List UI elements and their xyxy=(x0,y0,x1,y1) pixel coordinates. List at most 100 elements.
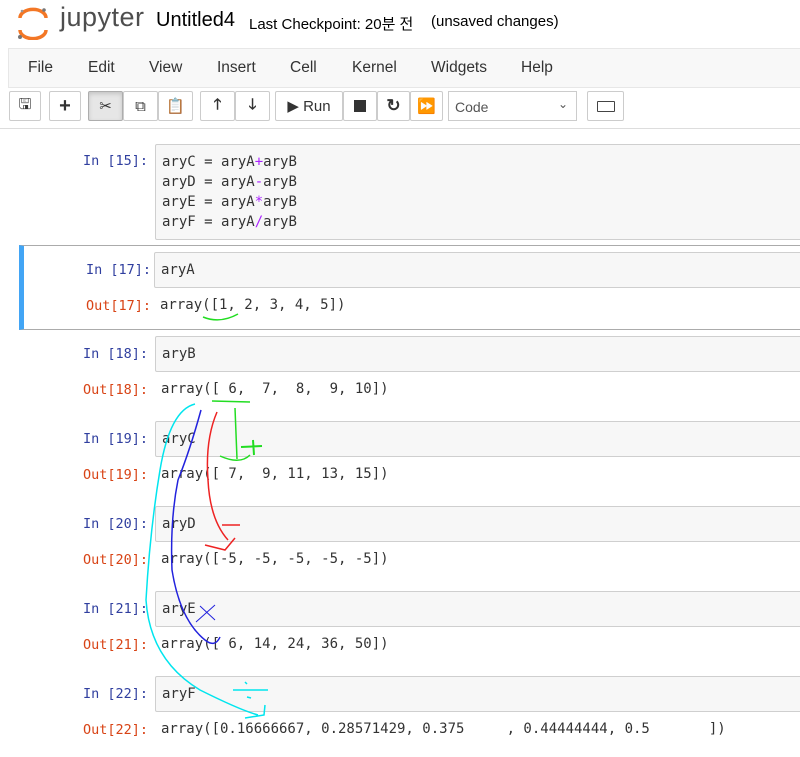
code-line: aryF = aryA/aryB xyxy=(162,212,800,232)
menu-view[interactable]: View xyxy=(149,59,182,77)
checkpoint-status: Last Checkpoint: 20분 전 xyxy=(249,16,414,33)
logo-text: jupyter xyxy=(60,2,145,32)
restart-icon: ↻ xyxy=(386,96,401,115)
interrupt-button[interactable] xyxy=(343,91,377,121)
fast-forward-icon: ⏩ xyxy=(417,98,436,115)
copy-button[interactable]: ⧉ xyxy=(123,91,158,121)
menu-insert[interactable]: Insert xyxy=(217,59,256,77)
input-prompt: In [22]: xyxy=(82,686,148,702)
code-line: aryF xyxy=(162,684,800,704)
code-cell[interactable]: In [15]: aryC = aryA+aryB aryD = aryA-aryB… xyxy=(20,138,800,243)
code-text: aryB xyxy=(263,194,297,210)
output-prompt: Out[18]: xyxy=(82,382,148,398)
play-icon: ▶ xyxy=(287,98,304,115)
code-input[interactable]: aryF xyxy=(155,676,800,712)
copy-icon: ⧉ xyxy=(135,97,146,115)
operator: / xyxy=(254,214,264,230)
output-text: array([ 6, 14, 24, 36, 50]) xyxy=(161,636,389,652)
code-line: aryA xyxy=(161,260,800,280)
output-prompt: Out[21]: xyxy=(82,637,148,653)
code-text: aryD xyxy=(162,516,196,532)
unsaved-status: (unsaved changes) xyxy=(431,13,559,30)
paste-button[interactable]: 📋 xyxy=(158,91,193,121)
output-text: array([-5, -5, -5, -5, -5]) xyxy=(161,551,389,567)
menubar: File Edit View Insert Cell Kernel Widget… xyxy=(8,48,800,88)
code-text: aryC = aryA xyxy=(162,154,255,170)
code-input[interactable]: aryD xyxy=(155,506,800,542)
code-text: aryB xyxy=(263,174,297,190)
output-prompt: Out[20]: xyxy=(82,552,148,568)
input-prompt: In [21]: xyxy=(82,601,148,617)
restart-run-all-button[interactable]: ⏩ xyxy=(410,91,443,121)
cell-type-select[interactable]: Code ⌄ xyxy=(448,91,577,121)
move-down-button[interactable]: 🡓 xyxy=(235,91,270,121)
code-text: aryA xyxy=(161,262,195,278)
code-cell[interactable]: In [18]: aryB Out[18]: array([ 6, 7, 8, 9, … xyxy=(20,330,800,413)
menu-file[interactable]: File xyxy=(28,59,53,77)
operator: - xyxy=(254,174,264,190)
arrow-up-icon: 🡑 xyxy=(213,95,222,113)
scissors-icon: ✂ xyxy=(99,98,112,115)
code-line: aryD xyxy=(162,514,800,534)
output-text: array([0.16666667, 0.28571429, 0.375 , 0… xyxy=(161,721,726,737)
code-line: aryB xyxy=(162,344,800,364)
code-cell[interactable]: In [22]: aryF Out[22]: array([0.16666667, 0… xyxy=(20,670,800,753)
command-palette-button[interactable] xyxy=(587,91,624,121)
code-line: aryE = aryA*aryB xyxy=(162,192,800,212)
restart-button[interactable]: ↻ xyxy=(377,91,410,121)
code-text: aryF xyxy=(162,686,196,702)
code-text: aryF = aryA xyxy=(162,214,255,230)
move-up-button[interactable]: 🡑 xyxy=(200,91,235,121)
chevron-down-icon: ⌄ xyxy=(557,97,568,111)
menu-help[interactable]: Help xyxy=(521,59,553,77)
code-cell[interactable]: In [20]: aryD Out[20]: array([-5, -5, -5, -… xyxy=(20,500,800,583)
code-line: aryE xyxy=(162,599,800,619)
plus-icon: + xyxy=(59,94,71,117)
run-button[interactable]: ▶ Run xyxy=(275,91,343,121)
paste-icon: 📋 xyxy=(166,98,185,115)
cell-type-value: Code xyxy=(455,99,489,115)
output-text: array([ 7, 9, 11, 13, 15]) xyxy=(161,466,389,482)
menu-cell[interactable]: Cell xyxy=(290,59,317,77)
code-line: aryC xyxy=(162,429,800,449)
save-icon: 🖫 xyxy=(18,95,32,113)
code-text: aryC xyxy=(162,431,196,447)
output-prompt: Out[22]: xyxy=(82,722,148,738)
menu-widgets[interactable]: Widgets xyxy=(431,59,487,77)
input-prompt: In [17]: xyxy=(85,262,151,278)
stop-icon xyxy=(354,100,366,112)
code-text: aryB xyxy=(162,346,196,362)
toolbar: 🖫 + ✂ ⧉ 📋 🡑 🡓 ▶ Run ↻ ⏩ Code ⌄ xyxy=(0,90,800,126)
notebook-title[interactable]: Untitled4 xyxy=(156,9,235,32)
code-input[interactable]: aryC = aryA+aryB aryD = aryA-aryB aryE = a… xyxy=(155,144,800,240)
operator: + xyxy=(254,154,264,170)
code-cell[interactable]: In [19]: aryC Out[19]: array([ 7, 9, 11, 13… xyxy=(20,415,800,498)
code-text: aryB xyxy=(263,154,297,170)
run-label: Run xyxy=(303,97,331,115)
code-input[interactable]: aryE xyxy=(155,591,800,627)
input-prompt: In [18]: xyxy=(82,346,148,362)
code-cell[interactable]: In [17]: aryA Out[17]: array([1, 2, 3, 4, 5… xyxy=(19,245,800,330)
input-prompt: In [20]: xyxy=(82,516,148,532)
code-input[interactable]: aryB xyxy=(155,336,800,372)
output-text: array([1, 2, 3, 4, 5]) xyxy=(160,297,346,313)
code-line: aryC = aryA+aryB xyxy=(162,152,800,172)
menu-kernel[interactable]: Kernel xyxy=(352,59,397,77)
code-input[interactable]: aryA xyxy=(154,252,800,288)
arrow-down-icon: 🡓 xyxy=(248,95,257,113)
code-text: aryE = aryA xyxy=(162,194,255,210)
input-prompt: In [19]: xyxy=(82,431,148,447)
code-cell[interactable]: In [21]: aryE Out[21]: array([ 6, 14, 24, 3… xyxy=(20,585,800,668)
insert-cell-button[interactable]: + xyxy=(49,91,81,121)
code-line: aryD = aryA-aryB xyxy=(162,172,800,192)
save-button[interactable]: 🖫 xyxy=(9,91,41,121)
code-input[interactable]: aryC xyxy=(155,421,800,457)
operator: * xyxy=(254,194,264,210)
output-prompt: Out[17]: xyxy=(85,298,151,314)
cut-button[interactable]: ✂ xyxy=(88,91,123,121)
menu-edit[interactable]: Edit xyxy=(88,59,115,77)
code-text: aryD = aryA xyxy=(162,174,255,190)
header: jupyter Untitled4 Last Checkpoint: 20분 전… xyxy=(0,0,800,46)
input-prompt: In [15]: xyxy=(82,153,148,169)
output-text: array([ 6, 7, 8, 9, 10]) xyxy=(161,381,389,397)
